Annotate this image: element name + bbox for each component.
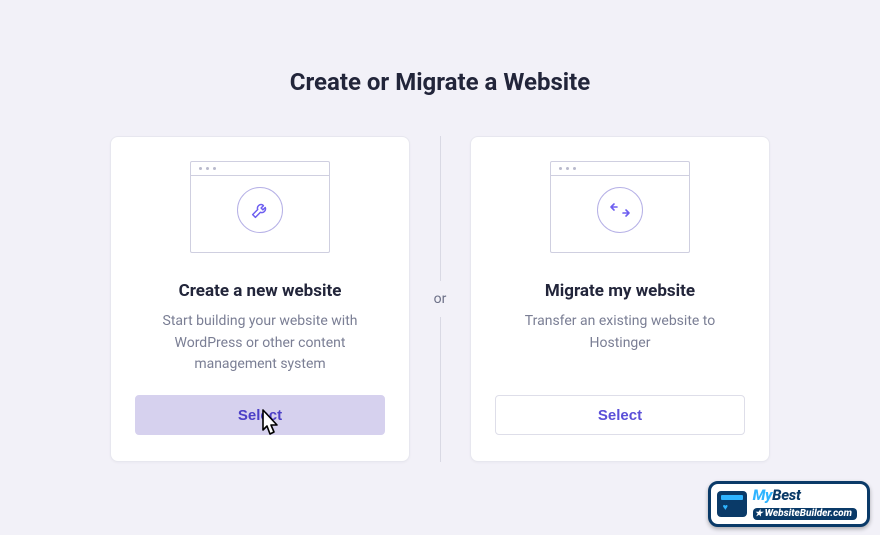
badge-window-icon (717, 491, 747, 517)
badge-line2: WebsiteBuilder.com (753, 508, 857, 520)
wrench-icon (237, 187, 283, 233)
window-titlebar (551, 162, 689, 176)
window-titlebar (191, 162, 329, 176)
mybestwebsitebuilder-badge: MyBest WebsiteBuilder.com (708, 481, 870, 527)
create-website-card[interactable]: Create a new website Start building your… (110, 136, 410, 462)
migrate-card-title: Migrate my website (545, 281, 695, 301)
separator-column: or (410, 136, 470, 462)
create-illustration (190, 161, 330, 253)
create-card-title: Create a new website (179, 281, 342, 301)
create-select-button[interactable]: Select (135, 395, 385, 435)
migrate-illustration (550, 161, 690, 253)
migrate-card-description: Transfer an existing website to Hostinge… (495, 311, 745, 377)
separator-label: or (434, 281, 447, 317)
migrate-select-button[interactable]: Select (495, 395, 745, 435)
badge-line1: MyBest (753, 488, 857, 503)
create-card-description: Start building your website with WordPre… (135, 311, 385, 377)
option-cards-row: Create a new website Start building your… (0, 136, 880, 462)
transfer-arrows-icon (597, 187, 643, 233)
migrate-website-card[interactable]: Migrate my website Transfer an existing … (470, 136, 770, 462)
page-title: Create or Migrate a Website (0, 0, 880, 96)
